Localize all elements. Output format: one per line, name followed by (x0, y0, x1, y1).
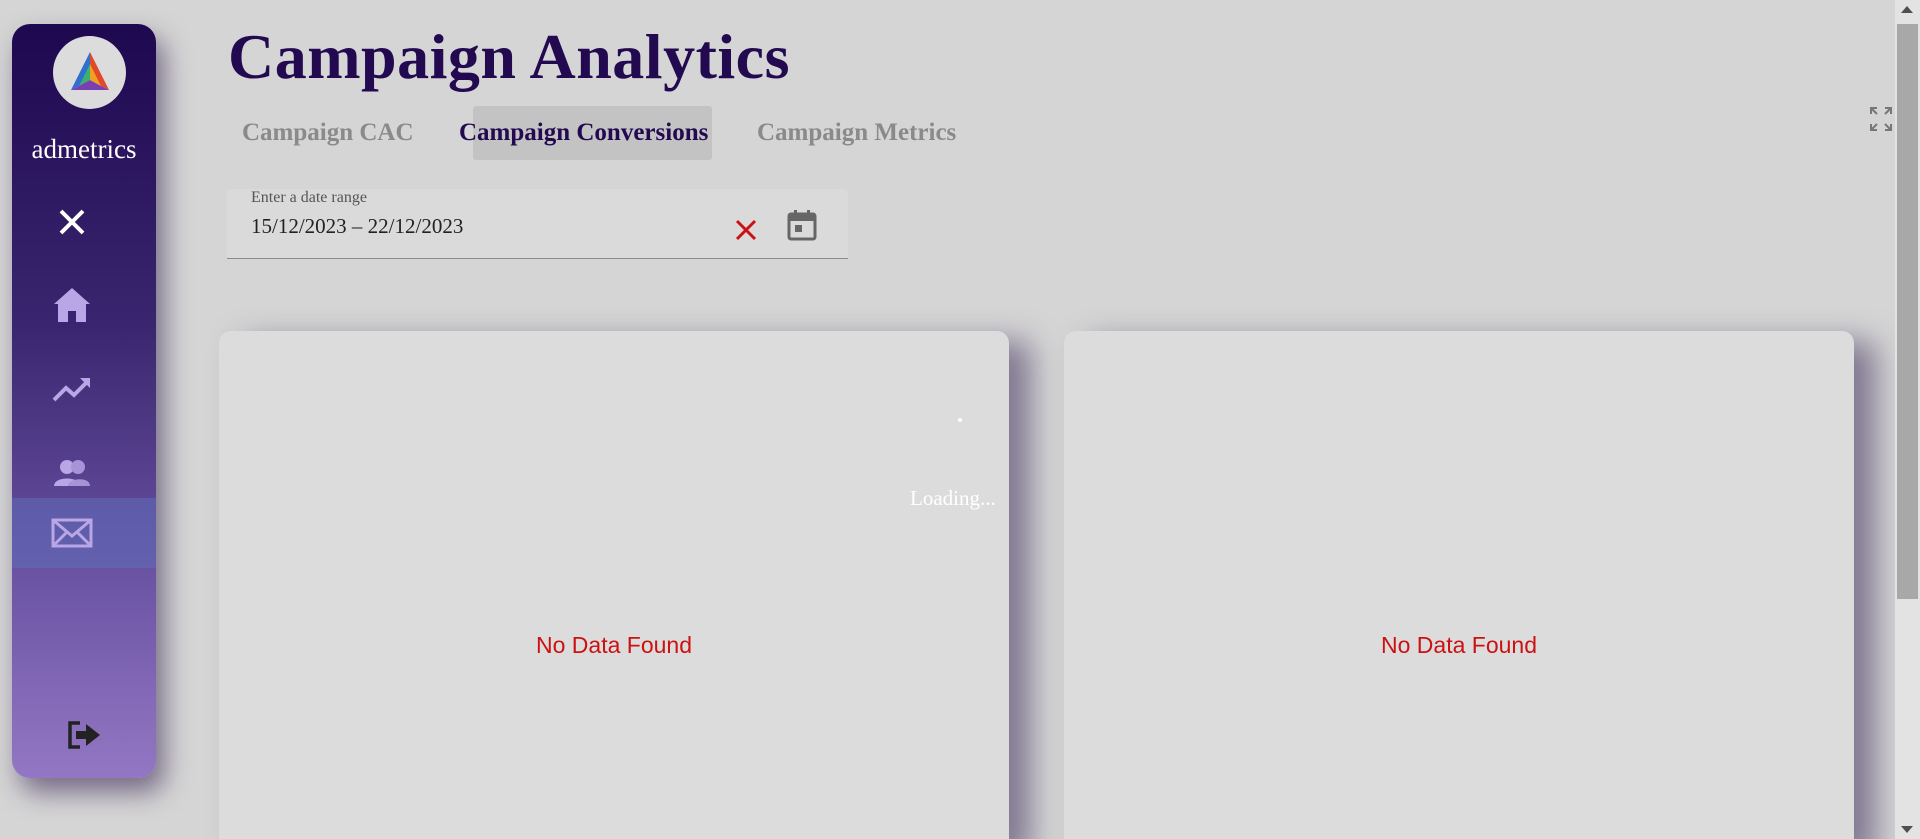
date-range-label: Enter a date range (251, 189, 367, 206)
date-range-field[interactable]: Enter a date range 15/12/2023 – 22/12/20… (227, 189, 848, 259)
fullscreen-button[interactable] (1869, 106, 1893, 137)
sidebar-item-audience[interactable] (12, 439, 156, 507)
no-data-message: No Data Found (536, 632, 692, 658)
date-range-input[interactable]: 15/12/2023 – 22/12/2023 (251, 214, 463, 239)
sidebar-item-trends[interactable] (12, 355, 156, 423)
conversions-chart-card-left: No Data Found (219, 331, 1009, 839)
close-icon (59, 209, 85, 235)
page-title: Campaign Analytics (228, 21, 790, 92)
scroll-up-arrow-icon[interactable] (1901, 6, 1913, 13)
brand-name: admetrics (31, 134, 137, 164)
scrollbar-thumb[interactable] (1897, 24, 1918, 599)
calendar-toggle-button[interactable] (787, 209, 817, 246)
scroll-down-arrow-icon[interactable] (1901, 826, 1913, 833)
fullscreen-icon (1870, 107, 1892, 131)
trending-up-icon (52, 378, 90, 402)
tab-campaign-metrics[interactable]: Campaign Metrics (757, 106, 956, 160)
sidebar-item-campaigns[interactable] (12, 498, 156, 568)
close-sidebar-button[interactable] (12, 188, 156, 256)
logo (53, 36, 126, 109)
loading-indicator: Loading... (910, 486, 996, 510)
clear-date-button[interactable] (734, 218, 758, 247)
sidebar-item-home[interactable] (12, 271, 156, 339)
admetrics-logo-icon (71, 52, 109, 90)
clear-icon (735, 219, 757, 241)
loading-spinner (958, 418, 962, 422)
calendar-icon (787, 210, 817, 241)
people-icon (54, 460, 90, 486)
mail-icon (51, 518, 93, 548)
logout-icon (68, 721, 100, 749)
page: admetrics Campaign Analytics Campaign CA… (0, 0, 1920, 839)
home-icon (54, 288, 90, 322)
sidebar: admetrics (12, 24, 156, 778)
tab-campaign-conversions[interactable]: Campaign Conversions (459, 106, 708, 160)
tab-campaign-cac[interactable]: Campaign CAC (242, 106, 414, 160)
no-data-message: No Data Found (1381, 632, 1537, 658)
logout-button[interactable] (12, 705, 156, 765)
conversions-chart-card-right: No Data Found (1064, 331, 1854, 839)
vertical-scrollbar[interactable] (1895, 0, 1920, 839)
